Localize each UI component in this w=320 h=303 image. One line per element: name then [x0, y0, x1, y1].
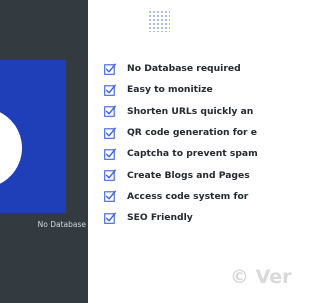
feature-item-captcha: Captcha to prevent spam — [104, 143, 258, 164]
feature-list: No Database required Easy to monitize Sh… — [104, 58, 258, 228]
blue-preview-card — [0, 60, 66, 213]
feature-label: Easy to monitize — [127, 84, 213, 96]
feature-label: QR code generation for e — [127, 127, 258, 139]
checkbox-check-icon — [104, 191, 116, 203]
feature-label: Access code system for — [127, 190, 249, 202]
checkbox-check-icon — [104, 127, 116, 139]
feature-item-access-code: Access code system for — [104, 186, 258, 207]
feature-label: Captcha to prevent spam — [127, 148, 258, 160]
checkbox-check-icon — [104, 212, 116, 224]
left-preview-panel: No Database — [0, 0, 88, 303]
feature-label: Shorten URLs quickly an — [127, 105, 254, 117]
watermark-text: © Ver — [230, 266, 292, 288]
feature-label: Create Blogs and Pages — [127, 169, 250, 181]
feature-label: No Database required — [127, 63, 241, 75]
feature-item-shorten-urls: Shorten URLs quickly an — [104, 101, 258, 122]
feature-item-qr-code: QR code generation for e — [104, 122, 258, 143]
feature-item-blogs-pages: Create Blogs and Pages — [104, 164, 258, 185]
feature-item-seo: SEO Friendly — [104, 207, 258, 228]
feature-item-monetize: Easy to monitize — [104, 79, 258, 100]
feature-label: SEO Friendly — [127, 212, 193, 224]
dot-grid-decoration — [148, 10, 170, 32]
white-circle-graphic — [0, 108, 22, 188]
checkbox-check-icon — [104, 84, 116, 96]
left-panel-caption: No Database — [37, 220, 86, 229]
checkbox-check-icon — [104, 63, 116, 75]
checkbox-check-icon — [104, 105, 116, 118]
checkbox-check-icon — [104, 148, 116, 160]
checkbox-check-icon — [104, 169, 116, 181]
feature-item-no-database: No Database required — [104, 58, 258, 79]
